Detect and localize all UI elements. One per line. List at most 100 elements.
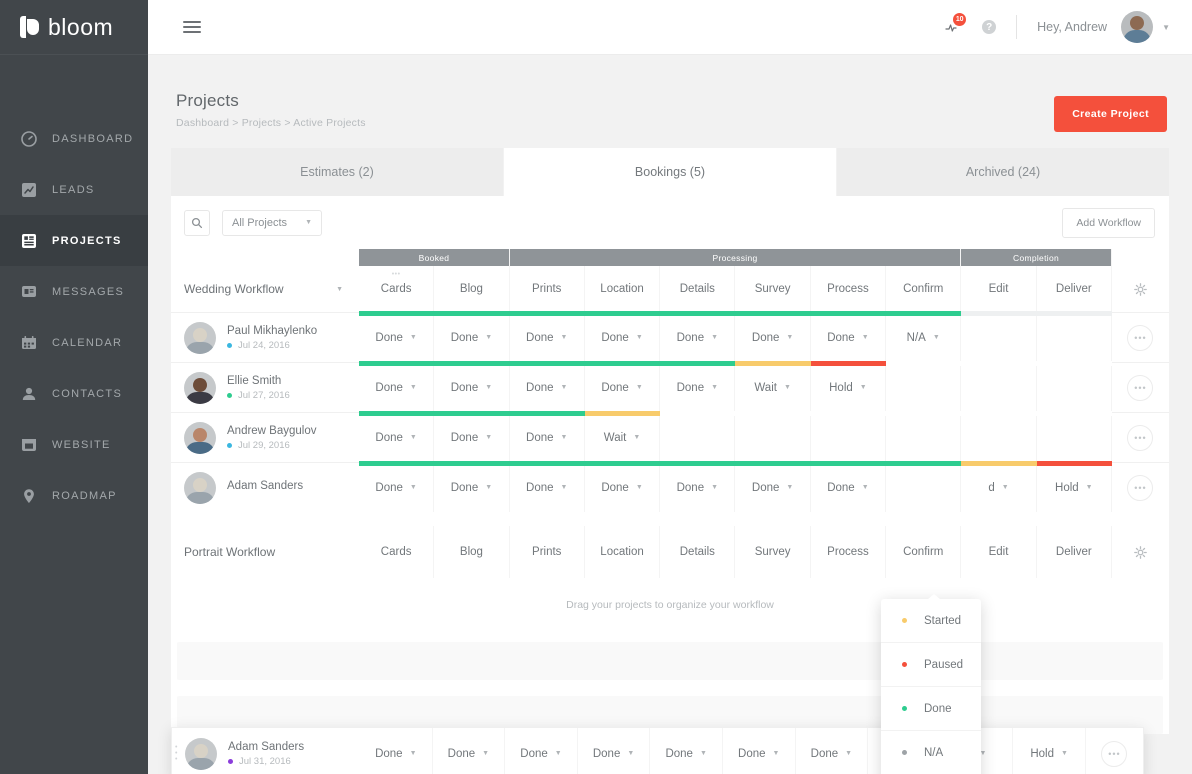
status-cell[interactable]: Done ▼	[433, 728, 506, 774]
ellipsis-icon[interactable]: •••	[1101, 740, 1128, 767]
dropdown-item-started[interactable]: Started	[881, 599, 981, 643]
status-cell[interactable]: Done ▼	[510, 413, 585, 462]
status-cell[interactable]: Done ▼	[434, 363, 510, 412]
status-cell[interactable]: Hold ▼	[811, 363, 887, 412]
status-cell[interactable]: Hold ▼	[1013, 728, 1086, 774]
status-cell[interactable]: Done ▼	[359, 463, 435, 512]
drag-handle-icon[interactable]: •••	[175, 744, 177, 763]
tab-archived[interactable]: Archived (24)	[837, 148, 1169, 196]
column-header-location[interactable]: Location	[585, 266, 661, 312]
status-cell[interactable]	[886, 463, 962, 512]
sidebar-item-calendar[interactable]: CALENDAR	[0, 317, 148, 368]
status-cell[interactable]: Done ▼	[578, 728, 651, 774]
dropdown-item-na[interactable]: N/A	[881, 731, 981, 774]
project-filter-select[interactable]: All Projects ▼	[222, 209, 322, 236]
status-cell[interactable]	[961, 313, 1037, 362]
column-header-location[interactable]: Location	[585, 526, 661, 578]
status-cell[interactable]: Done ▼	[359, 313, 435, 362]
sidebar-item-projects[interactable]: PROJECTS	[0, 215, 148, 266]
row-actions[interactable]: •••	[1086, 740, 1143, 767]
ellipsis-icon[interactable]: •••	[1127, 474, 1154, 501]
search-icon[interactable]	[184, 209, 210, 236]
status-cell[interactable]: Done ▼	[434, 313, 510, 362]
sidebar-item-leads[interactable]: LEADS	[0, 164, 148, 215]
column-header-process[interactable]: Process	[811, 266, 887, 312]
status-cell[interactable]: Done ▼	[510, 463, 585, 512]
status-cell[interactable]: Done ▼	[360, 728, 433, 774]
row-actions[interactable]: •••	[1112, 424, 1169, 451]
status-cell[interactable]: Done ▼	[660, 313, 736, 362]
column-header-edit[interactable]: Edit	[961, 266, 1037, 312]
status-cell[interactable]: Done ▼	[510, 363, 585, 412]
column-header-details[interactable]: Details	[660, 266, 736, 312]
ellipsis-icon[interactable]: •••	[1127, 324, 1154, 351]
column-header-blog[interactable]: Blog	[434, 266, 510, 312]
status-cell[interactable]: Done ▼	[811, 463, 887, 512]
status-cell[interactable]	[811, 413, 887, 462]
column-header-blog[interactable]: Blog	[434, 526, 510, 578]
help-circle-icon[interactable]: ?	[982, 20, 997, 34]
status-cell[interactable]: Done ▼	[650, 728, 723, 774]
column-header-prints[interactable]: Prints	[510, 266, 585, 312]
status-cell[interactable]: Done ▼	[723, 728, 796, 774]
avatar[interactable]	[1121, 11, 1154, 43]
status-cell[interactable]: Done ▼	[359, 363, 435, 412]
workflow-settings-button[interactable]	[1112, 282, 1169, 296]
status-cell[interactable]: Done ▼	[434, 413, 510, 462]
ellipsis-icon[interactable]: •••	[1127, 424, 1154, 451]
status-cell[interactable]: Wait ▼	[585, 413, 661, 462]
workflow2-name[interactable]: Portrait Workflow	[171, 545, 359, 559]
status-dropdown-menu[interactable]: Started Paused Done N/A	[881, 594, 981, 774]
column-header-cards[interactable]: ••• Cards	[359, 266, 435, 312]
column-header-confirm[interactable]: Confirm	[886, 526, 962, 578]
status-cell[interactable]	[1037, 413, 1112, 462]
status-cell[interactable]	[660, 413, 736, 462]
workflow2-settings-button[interactable]	[1112, 545, 1169, 559]
status-cell[interactable]: d ▼	[961, 463, 1037, 512]
column-header-prints[interactable]: Prints	[510, 526, 585, 578]
status-cell[interactable]: Hold ▼	[1037, 463, 1112, 512]
column-header-survey[interactable]: Survey	[735, 266, 811, 312]
tab-bookings[interactable]: Bookings (5)	[504, 148, 837, 196]
status-cell[interactable]	[1037, 313, 1112, 362]
drag-handle-icon[interactable]: •••	[392, 271, 401, 278]
status-cell[interactable]: Done ▼	[796, 728, 869, 774]
status-cell[interactable]: Done ▼	[434, 463, 510, 512]
sidebar-item-dashboard[interactable]: DASHBOARD	[0, 113, 148, 164]
status-cell[interactable]: Done ▼	[735, 313, 811, 362]
table-row[interactable]: Ellie Smith Jul 27, 2016 Done ▼ Done ▼ Don…	[171, 361, 1169, 412]
status-cell[interactable]	[961, 413, 1037, 462]
row-actions[interactable]: •••	[1112, 374, 1169, 401]
create-project-button[interactable]: Create Project	[1054, 96, 1167, 132]
status-cell-open[interactable]: N/A ▼	[886, 313, 962, 362]
dragged-table-row[interactable]: • • • Adam Sanders Jul 31, 2016 Done ▼ Done…	[171, 727, 1144, 774]
sidebar-item-messages[interactable]: MESSAGES	[0, 266, 148, 317]
status-cell[interactable]: Done ▼	[660, 363, 736, 412]
brand-logo[interactable]: bloom	[0, 0, 148, 55]
status-cell[interactable]: Done ▼	[585, 463, 661, 512]
column-header-details[interactable]: Details	[660, 526, 736, 578]
sidebar-item-roadmap[interactable]: ROADMAP	[0, 470, 148, 521]
dropdown-item-done[interactable]: Done	[881, 687, 981, 731]
status-cell[interactable]: Done ▼	[585, 313, 661, 362]
tab-estimates[interactable]: Estimates (2)	[171, 148, 504, 196]
status-cell[interactable]: Done ▼	[505, 728, 578, 774]
sidebar-item-contacts[interactable]: CONTACTS	[0, 368, 148, 419]
table-row[interactable]: Paul Mikhaylenko Jul 24, 2016 Done ▼ Done…	[171, 311, 1169, 362]
status-cell[interactable]	[1037, 363, 1112, 412]
ellipsis-icon[interactable]: •••	[1127, 374, 1154, 401]
column-header-deliver[interactable]: Deliver	[1037, 266, 1112, 312]
status-cell[interactable]: Done ▼	[660, 463, 736, 512]
status-cell[interactable]: Done ▼	[735, 463, 811, 512]
column-header-cards[interactable]: Cards	[359, 526, 435, 578]
column-header-deliver[interactable]: Deliver	[1037, 526, 1112, 578]
row-actions[interactable]: •••	[1112, 324, 1169, 351]
status-cell[interactable]	[886, 363, 962, 412]
dropdown-item-paused[interactable]: Paused	[881, 643, 981, 687]
workflow-name-select[interactable]: Wedding Workflow ▼	[171, 282, 359, 296]
table-row[interactable]: Andrew Baygulov Jul 29, 2016 Done ▼ Done ▼…	[171, 411, 1169, 462]
column-header-edit[interactable]: Edit	[961, 526, 1037, 578]
chevron-down-icon[interactable]: ▼	[1162, 23, 1170, 32]
row-actions[interactable]: •••	[1112, 474, 1169, 501]
add-workflow-button[interactable]: Add Workflow	[1062, 207, 1155, 238]
